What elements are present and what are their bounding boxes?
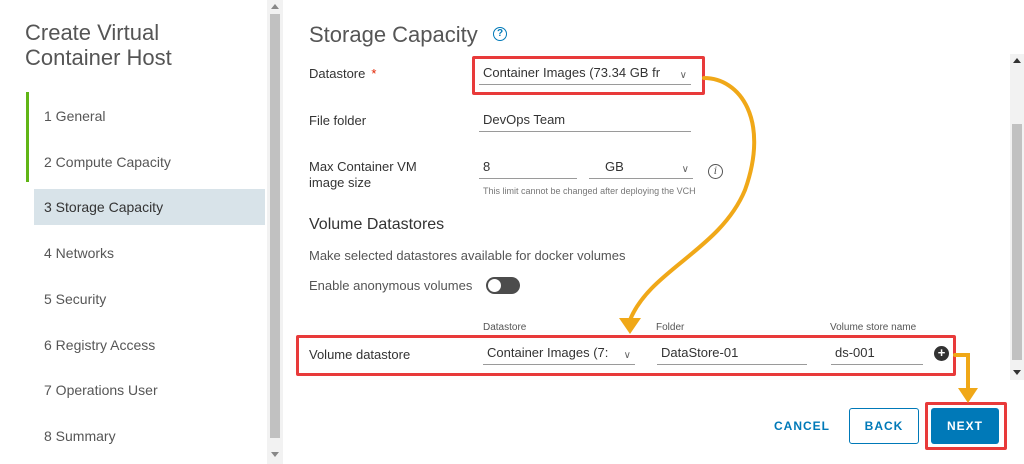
scroll-up-icon[interactable]	[1013, 58, 1021, 63]
nav-scrollbar[interactable]	[267, 0, 283, 464]
help-icon[interactable]: ?	[493, 27, 507, 41]
column-header-store-name: Volume store name	[830, 322, 917, 333]
required-mark: *	[371, 66, 377, 81]
file-folder-label: File folder	[309, 113, 367, 128]
scroll-up-icon[interactable]	[271, 4, 279, 9]
max-image-size-label: Max Container VM image size	[309, 159, 417, 190]
wizard-title: Create Virtual Container Host	[25, 20, 172, 70]
scrollbar-thumb[interactable]	[270, 14, 280, 438]
form-scrollbar[interactable]	[1010, 54, 1024, 380]
page-title: Storage Capacity	[309, 22, 478, 47]
step-operations-user[interactable]: 7 Operations User	[34, 372, 265, 408]
size-unit-select[interactable]: GB ∨	[589, 157, 693, 179]
step-general[interactable]: 1 General	[34, 98, 265, 134]
step-security[interactable]: 5 Security	[34, 281, 265, 317]
back-button[interactable]: BACK	[849, 408, 919, 444]
step-networks[interactable]: 4 Networks	[34, 235, 265, 271]
progress-indicator	[26, 92, 29, 182]
column-header-folder: Folder	[656, 322, 685, 333]
scroll-down-icon[interactable]	[271, 452, 279, 457]
volume-section-description: Make selected datastores available for d…	[309, 248, 626, 263]
scroll-down-icon[interactable]	[1013, 370, 1021, 375]
volume-section-title: Volume Datastores	[309, 216, 445, 233]
info-icon[interactable]: i	[708, 164, 723, 179]
step-compute-capacity[interactable]: 2 Compute Capacity	[34, 144, 265, 180]
chevron-down-icon: ∨	[681, 164, 689, 175]
scrollbar-thumb[interactable]	[1012, 124, 1022, 360]
cancel-button[interactable]: CANCEL	[770, 408, 834, 444]
toggle-knob	[488, 279, 501, 292]
max-image-size-input[interactable]: 8	[479, 157, 577, 179]
datastore-label: Datastore *	[309, 66, 377, 81]
highlight-volume-row	[296, 335, 956, 376]
file-folder-input[interactable]: DevOps Team	[479, 110, 691, 132]
step-registry-access[interactable]: 6 Registry Access	[34, 327, 265, 363]
size-hint: This limit cannot be changed after deplo…	[483, 186, 696, 196]
highlight-datastore	[472, 56, 705, 95]
anonymous-volumes-toggle[interactable]	[486, 277, 520, 294]
wizard-nav: Create Virtual Container Host 1 General …	[0, 0, 268, 464]
step-summary[interactable]: 8 Summary	[34, 418, 265, 454]
highlight-next	[925, 402, 1007, 450]
step-storage-capacity[interactable]: 3 Storage Capacity	[34, 189, 265, 225]
anonymous-volumes-label: Enable anonymous volumes	[309, 278, 473, 293]
unit-value: GB	[605, 159, 624, 174]
column-header-datastore: Datastore	[483, 322, 527, 333]
